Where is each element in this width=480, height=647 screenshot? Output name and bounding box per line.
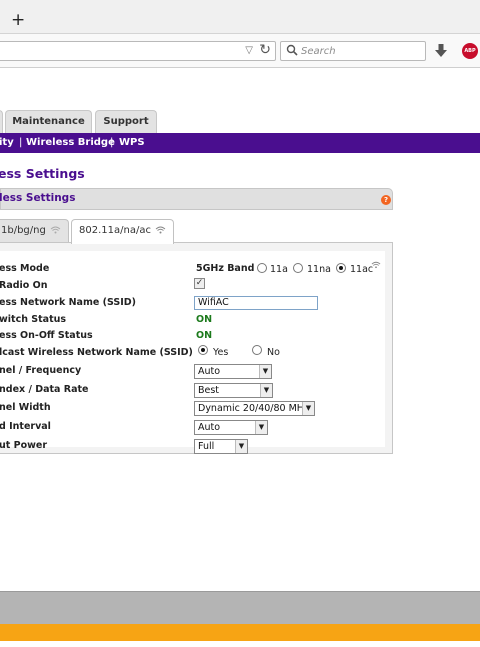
mode-11a-label: 11a bbox=[270, 264, 288, 275]
output-power-select-value: Full bbox=[198, 441, 215, 452]
chevron-down-icon: ▼ bbox=[260, 384, 272, 397]
mcs-label: ndex / Data Rate bbox=[0, 384, 89, 395]
settings-form: ess Mode 5GHz Band 11a 11na 11ac Radio O… bbox=[0, 251, 385, 454]
band-tab-24ghz[interactable]: 1b/bg/ng bbox=[0, 219, 69, 243]
channel-width-select[interactable]: Dynamic 20/40/80 MHz ▼ bbox=[194, 401, 315, 416]
guard-interval-label: d Interval bbox=[0, 421, 51, 432]
chevron-down-icon: ▼ bbox=[235, 440, 247, 453]
router-tab-partial[interactable] bbox=[0, 110, 3, 134]
wifi-icon bbox=[50, 226, 61, 234]
channel-select[interactable]: Auto ▼ bbox=[194, 364, 272, 379]
chevron-down-icon: ▼ bbox=[259, 365, 271, 378]
guard-interval-select-value: Auto bbox=[198, 422, 221, 433]
chevron-down-icon: ▼ bbox=[255, 421, 267, 434]
mcs-select-value: Best bbox=[198, 385, 220, 396]
mode-radio-11a[interactable] bbox=[257, 263, 267, 273]
ssid-label: ess Network Name (SSID) bbox=[0, 297, 136, 308]
channel-width-select-value: Dynamic 20/40/80 MHz bbox=[198, 403, 309, 414]
url-dropdown-icon[interactable]: ▽ bbox=[245, 45, 253, 56]
broadcast-ssid-label: lcast Wireless Network Name (SSID) bbox=[0, 347, 193, 358]
sub-navigation: ity | Wireless Bridge | WPS bbox=[0, 133, 480, 153]
radio-on-checkbox[interactable]: ✓ bbox=[194, 278, 205, 289]
footer-bar bbox=[0, 591, 480, 624]
wireless-mode-label: ess Mode bbox=[0, 263, 50, 274]
panel-header: less Settings ? bbox=[0, 188, 393, 210]
wifi-icon bbox=[155, 226, 166, 234]
channel-width-label: nel Width bbox=[0, 402, 51, 413]
channel-select-value: Auto bbox=[198, 366, 221, 377]
band-tab-5ghz-label: 802.11a/na/ac bbox=[79, 225, 151, 236]
search-input[interactable] bbox=[301, 43, 421, 59]
mcs-select[interactable]: Best ▼ bbox=[194, 383, 273, 398]
radio-on-label: Radio On bbox=[0, 280, 48, 291]
switch-status-value: ON bbox=[196, 314, 213, 325]
guard-interval-select[interactable]: Auto ▼ bbox=[194, 420, 268, 435]
subnav-wps[interactable]: WPS bbox=[119, 137, 145, 149]
browser-window: + ▽ ↻ ABP Maintenance Support ity | Wire… bbox=[0, 0, 480, 647]
mode-11na-label: 11na bbox=[307, 264, 331, 275]
band-tab-5ghz[interactable]: 802.11a/na/ac bbox=[71, 219, 174, 244]
search-icon bbox=[286, 44, 298, 56]
router-tab-maintenance[interactable]: Maintenance bbox=[5, 110, 92, 134]
onoff-status-label: ess On-Off Status bbox=[0, 330, 93, 341]
page-title: ess Settings bbox=[0, 166, 85, 181]
broadcast-no-radio[interactable] bbox=[252, 345, 262, 355]
wifi-icon bbox=[371, 261, 381, 269]
switch-status-label: witch Status bbox=[0, 314, 67, 325]
mode-radio-11ac[interactable] bbox=[336, 263, 346, 273]
footer-bottom bbox=[0, 641, 480, 647]
mode-radio-11na[interactable] bbox=[293, 263, 303, 273]
router-tab-support[interactable]: Support bbox=[95, 110, 157, 134]
subnav-wireless-bridge[interactable]: Wireless Bridge bbox=[26, 137, 115, 149]
settings-panel: ess Mode 5GHz Band 11a 11na 11ac Radio O… bbox=[0, 242, 393, 454]
help-icon[interactable]: ? bbox=[381, 195, 391, 205]
subnav-security[interactable]: ity bbox=[0, 137, 14, 149]
band-label: 5GHz Band bbox=[196, 263, 255, 274]
new-tab-button[interactable]: + bbox=[11, 12, 25, 29]
onoff-status-value: ON bbox=[196, 330, 213, 341]
mode-11ac-label: 11ac bbox=[350, 264, 374, 275]
output-power-label: ut Power bbox=[0, 440, 48, 451]
subnav-separator: | bbox=[110, 137, 114, 148]
channel-label: nel / Frequency bbox=[0, 365, 82, 376]
broadcast-yes-radio[interactable] bbox=[198, 345, 208, 355]
search-bar[interactable] bbox=[280, 41, 426, 61]
adblock-icon[interactable]: ABP bbox=[462, 43, 478, 59]
url-bar[interactable]: ▽ ↻ bbox=[0, 41, 276, 61]
reload-icon[interactable]: ↻ bbox=[259, 42, 271, 58]
panel-title: less Settings bbox=[0, 192, 76, 204]
browser-tab-bar: + bbox=[0, 0, 480, 34]
ssid-input[interactable]: WifiAC bbox=[194, 296, 318, 310]
subnav-separator: | bbox=[19, 137, 23, 148]
browser-nav-bar: ▽ ↻ ABP bbox=[0, 34, 480, 68]
output-power-select[interactable]: Full ▼ bbox=[194, 439, 248, 454]
broadcast-yes-label: Yes bbox=[213, 347, 229, 358]
band-tab-24ghz-label: 1b/bg/ng bbox=[1, 225, 46, 236]
broadcast-no-label: No bbox=[267, 347, 280, 358]
chevron-down-icon: ▼ bbox=[302, 402, 314, 415]
footer-accent-bar bbox=[0, 624, 480, 641]
download-icon[interactable] bbox=[434, 43, 448, 59]
